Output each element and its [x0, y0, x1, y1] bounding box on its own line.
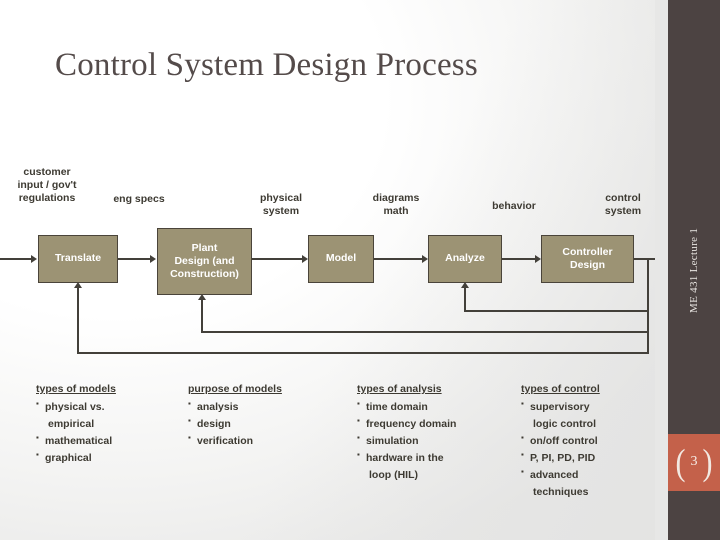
process-box-plant-design[interactable]: Plant Design (and Construction)	[157, 228, 252, 295]
list-items: physical vs. empirical mathematical grap…	[36, 398, 176, 467]
feedback-riser-to-translate	[77, 288, 79, 354]
list-item-text: physical vs.	[45, 401, 105, 413]
list-header: types of control	[521, 383, 600, 395]
page-number-badge: ( 3 )	[668, 434, 720, 491]
flow-label-line: behavior	[492, 200, 536, 212]
feedback-line-to-analyze	[464, 310, 649, 312]
flow-label-line: math	[383, 204, 409, 217]
flow-label-line: diagrams	[372, 192, 420, 204]
list-items: time domain frequency domain simulation …	[357, 398, 507, 484]
bracket-right-decoration: )	[702, 441, 713, 483]
flow-label-line: regulations	[18, 191, 76, 204]
list-item: time domain	[357, 398, 507, 416]
list-item-text: P, PI, PD, PID	[530, 452, 596, 464]
list-item: on/off control	[521, 432, 661, 450]
list-item-text: frequency domain	[366, 418, 457, 430]
feedback-riser-to-analyze	[464, 288, 466, 312]
list-item-text: advanced	[530, 469, 579, 481]
list-item-continuation: techniques	[533, 486, 589, 498]
list-item-text: verification	[197, 435, 254, 447]
process-box-label: Translate	[54, 252, 102, 265]
process-box-label-line: Plant	[191, 241, 218, 254]
flow-label-line: physical	[259, 192, 303, 204]
process-box-analyze[interactable]: Analyze	[428, 235, 502, 283]
process-box-label-line: Design	[569, 259, 605, 271]
list-item-text: hardware in the	[366, 452, 444, 464]
flow-label-eng-specs: eng specs	[100, 193, 178, 206]
page-title: Control System Design Process	[55, 47, 478, 83]
list-item: graphical	[36, 449, 176, 467]
connector-translate-to-plant	[118, 258, 150, 260]
sidebar-light-strip	[655, 0, 668, 540]
list-item: simulation	[357, 432, 507, 450]
feedback-trunk-vertical	[647, 258, 649, 354]
page-number: 3	[690, 453, 698, 469]
process-box-label: Analyze	[445, 252, 485, 265]
process-box-label-line: Controller	[562, 245, 613, 258]
process-box-label-line: Construction)	[170, 268, 239, 281]
arrowhead-into-translate	[31, 255, 37, 263]
list-item-text: simulation	[366, 435, 419, 447]
list-item-text: time domain	[366, 401, 428, 413]
list-header: types of analysis	[357, 383, 442, 395]
list-items: supervisory logic control on/off control…	[521, 398, 661, 501]
list-item-text: analysis	[197, 401, 239, 413]
list-item: frequency domain	[357, 415, 507, 433]
flow-label-line: customer	[23, 166, 71, 178]
process-box-label-line: Design (and	[174, 254, 235, 267]
flow-label-customer-input: customer input / gov't regulations	[6, 166, 88, 204]
process-box-translate[interactable]: Translate	[38, 235, 118, 283]
process-box-controller-design[interactable]: Controller Design	[541, 235, 634, 283]
list-types-of-analysis: types of analysis time domain frequency …	[357, 381, 507, 484]
bracket-left-decoration: (	[675, 441, 686, 483]
process-box-model[interactable]: Model	[308, 235, 374, 283]
list-item: verification	[188, 432, 328, 450]
arrowhead-into-plant	[150, 255, 156, 263]
list-item-text: on/off control	[530, 435, 598, 447]
connector-plant-to-model	[252, 258, 302, 260]
flow-label-line: system	[604, 204, 642, 217]
list-item: physical vs. empirical	[36, 398, 176, 433]
list-item-continuation: empirical	[48, 418, 95, 430]
list-item-continuation: logic control	[533, 418, 596, 430]
connector-input-to-translate	[0, 258, 31, 260]
feedback-riser-to-plant	[201, 300, 203, 333]
list-item: supervisory logic control	[521, 398, 661, 433]
flow-label-line: eng specs	[113, 193, 165, 205]
flow-label-diagrams-math: diagrams math	[358, 192, 434, 218]
list-item: analysis	[188, 398, 328, 416]
list-header: types of models	[36, 383, 116, 395]
list-item-text: mathematical	[45, 435, 113, 447]
flow-label-control-system: control system	[585, 192, 661, 218]
feedback-line-to-translate	[77, 352, 649, 354]
connector-analyze-to-controller	[502, 258, 535, 260]
list-types-of-models: types of models physical vs. empirical m…	[36, 381, 176, 467]
list-header: purpose of models	[188, 383, 282, 395]
flow-label-behavior: behavior	[476, 200, 552, 213]
list-item-text: supervisory	[530, 401, 590, 413]
process-box-label: Model	[325, 252, 357, 265]
slide-canvas: Control System Design Process customer i…	[0, 0, 720, 540]
flow-label-line: control	[605, 192, 641, 204]
list-item-text: graphical	[45, 452, 92, 464]
connector-model-to-analyze	[374, 258, 422, 260]
list-item: advanced techniques	[521, 466, 661, 501]
list-purpose-of-models: purpose of models analysis design verifi…	[188, 381, 328, 450]
list-items: analysis design verification	[188, 398, 328, 450]
list-item: P, PI, PD, PID	[521, 449, 661, 467]
list-item-continuation: loop (HIL)	[369, 469, 418, 481]
flow-label-physical-system: physical system	[243, 192, 319, 218]
flow-label-line: input / gov't	[17, 178, 77, 191]
list-item: hardware in the loop (HIL)	[357, 449, 507, 484]
feedback-line-to-plant	[201, 331, 649, 333]
list-item: design	[188, 415, 328, 433]
flow-label-line: system	[262, 204, 300, 217]
list-item-text: design	[197, 418, 231, 430]
list-types-of-control: types of control supervisory logic contr…	[521, 381, 661, 501]
list-item: mathematical	[36, 432, 176, 450]
